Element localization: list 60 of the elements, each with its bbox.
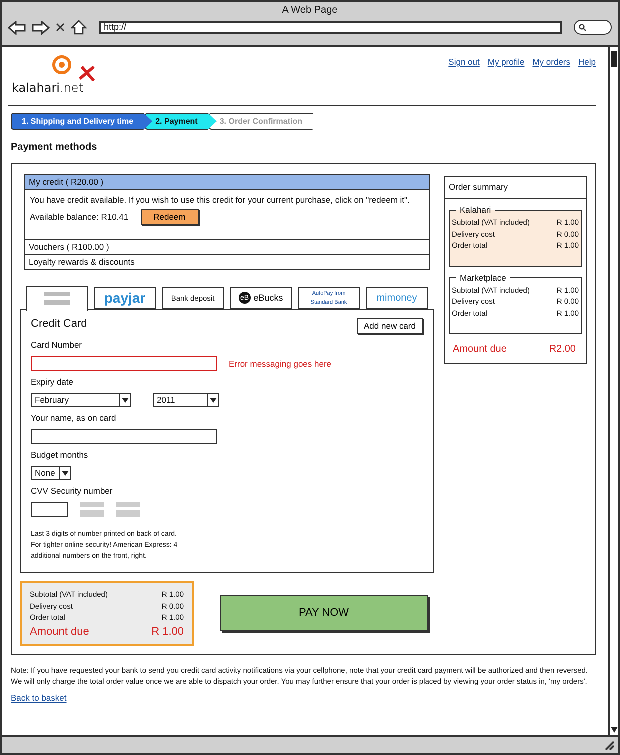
- field-label: Expiry date: [31, 377, 75, 387]
- search-icon: [579, 24, 586, 31]
- dropdown[interactable]: February: [31, 393, 131, 407]
- forward-icon[interactable]: [32, 20, 50, 34]
- panel-title: Credit Card: [31, 318, 88, 330]
- header-link[interactable]: My orders: [532, 57, 571, 67]
- cvv-field[interactable]: [31, 502, 68, 517]
- amount-due-value: R2.00: [549, 344, 576, 355]
- ebucks-logo: eBucks: [254, 293, 284, 303]
- amount-due-label: Amount due: [453, 344, 507, 355]
- window-title: A Web Page: [282, 5, 338, 16]
- field-label: CVV Security number: [31, 486, 114, 496]
- payjar-logo: payjar: [104, 290, 146, 306]
- image-placeholder-icon: [44, 292, 70, 306]
- section-heading: Payment methods: [11, 142, 98, 153]
- redeem-button[interactable]: Redeem: [140, 209, 199, 225]
- logo-text: kalahari.net: [12, 81, 84, 95]
- caret-icon: [210, 398, 216, 402]
- header-link[interactable]: Sign out: [448, 57, 480, 67]
- credit-message: You have credit available. If you wish to use this credit for your current purchase, click on "redeem it".: [30, 195, 411, 205]
- url-field[interactable]: http://: [99, 21, 562, 34]
- payment-tab[interactable]: payjar: [94, 287, 156, 309]
- field-label: Card Number: [31, 340, 84, 350]
- card-placeholder-icon: [116, 502, 140, 517]
- caret-icon: [62, 470, 68, 476]
- add-card-button[interactable]: Add new card: [357, 318, 423, 334]
- home-icon[interactable]: [71, 20, 87, 35]
- payment-tab[interactable]: [26, 286, 88, 311]
- pay-now-button[interactable]: PAY NOW: [220, 595, 428, 632]
- error-message: Error messaging goes here: [229, 358, 332, 368]
- field-label: Budget months: [31, 450, 90, 460]
- header-link[interactable]: My profile: [488, 57, 525, 67]
- card-placeholder-icon: [80, 502, 104, 517]
- payment-tab[interactable]: mimoney: [366, 287, 428, 309]
- field-label: Your name, as on card: [31, 413, 118, 423]
- group-title: Marketplace: [459, 272, 508, 282]
- dropdown[interactable]: None: [31, 466, 71, 480]
- accordion-header[interactable]: My credit ( R20.00 ): [25, 175, 429, 189]
- scroll-thumb[interactable]: [611, 51, 617, 67]
- summary-title: Order summary: [445, 177, 586, 199]
- group-title: Kalahari: [459, 205, 492, 215]
- text-field[interactable]: [31, 356, 217, 371]
- back-link[interactable]: Back to basket: [11, 692, 67, 702]
- scroll-down-icon[interactable]: [610, 727, 618, 733]
- mimoney-logo: mimoney: [376, 292, 418, 304]
- close-icon[interactable]: [56, 23, 65, 32]
- text-field[interactable]: [31, 429, 217, 444]
- resize-grip-icon[interactable]: [604, 740, 614, 750]
- accordion-header[interactable]: Vouchers ( R100.00 ): [25, 239, 429, 254]
- back-icon[interactable]: [8, 20, 26, 34]
- balance-text: Available balance: R10.41: [30, 212, 129, 222]
- scrollbar[interactable]: [608, 47, 618, 735]
- progress-step: 1. Shipping and Delivery time: [11, 113, 153, 130]
- accordion-header[interactable]: Loyalty rewards & discounts: [25, 254, 429, 269]
- search-field[interactable]: [574, 20, 612, 35]
- header-link[interactable]: Help: [578, 57, 596, 67]
- caret-icon: [122, 398, 128, 402]
- amount-due-label: Amount due: [30, 626, 90, 638]
- dropdown[interactable]: 2011: [153, 393, 219, 407]
- amount-due-value: R 1.00: [152, 626, 184, 638]
